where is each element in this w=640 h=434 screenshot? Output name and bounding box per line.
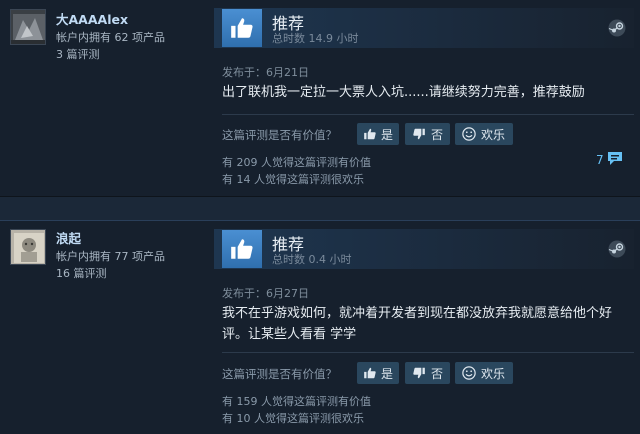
verdict-banner[interactable]: 推荐 总时数 14.9 小时 xyxy=(214,8,634,48)
username[interactable]: 大AAAAlex xyxy=(56,9,128,28)
username[interactable]: 浪起 xyxy=(56,228,81,247)
avatar[interactable] xyxy=(10,229,46,265)
thumbs-down-icon xyxy=(411,126,427,142)
vote-yes-label: 是 xyxy=(381,366,394,381)
vote-yes-label: 是 xyxy=(381,127,394,142)
vote-funny-button[interactable]: 欢乐 xyxy=(455,362,513,384)
vote-no-button[interactable]: 否 xyxy=(405,362,450,384)
funny-count: 有 14 人觉得这篇评测很欢乐 xyxy=(222,173,364,186)
review-separator xyxy=(0,196,640,221)
comment-count-link[interactable]: 7 xyxy=(596,151,623,169)
steam-logo-icon xyxy=(608,240,626,258)
playtime: 总时数 0.4 小时 xyxy=(272,253,352,266)
divider xyxy=(222,352,634,353)
posted-date: 发布于：6月27日 xyxy=(222,287,309,300)
funny-count: 有 10 人觉得这篇评测很欢乐 xyxy=(222,412,364,425)
review-text: 我不在乎游戏如何，就冲着开发者到现在都没放弃我就愿意给他个好评。让某些人看看 学… xyxy=(222,306,613,342)
helpful-question: 这篇评测是否有价值？ xyxy=(222,367,337,381)
vote-no-button[interactable]: 否 xyxy=(405,123,450,145)
avatar[interactable] xyxy=(10,9,46,45)
thumbs-up-icon xyxy=(363,126,377,142)
playtime: 总时数 14.9 小时 xyxy=(272,32,359,45)
thumbs-up-icon xyxy=(222,230,262,268)
comment-bubble-icon xyxy=(607,151,623,169)
vote-no-label: 否 xyxy=(431,127,444,142)
vote-funny-button[interactable]: 欢乐 xyxy=(455,123,513,145)
review-card: 大AAAAlex 帐户内拥有 62 项产品 3 篇评测 推荐 总时数 14.9 … xyxy=(0,0,640,196)
vote-no-label: 否 xyxy=(431,366,444,381)
review-text: 出了联机我一定拉一大票人入坑......请继续努力完善，推荐鼓励 xyxy=(222,85,585,100)
smiley-icon xyxy=(461,126,477,142)
review-card: 浪起 帐户内拥有 77 项产品 16 篇评测 推荐 总时数 0.4 小时 发布于… xyxy=(0,221,640,434)
comment-count: 7 xyxy=(596,153,604,167)
vote-yes-button[interactable]: 是 xyxy=(357,123,399,145)
vote-yes-button[interactable]: 是 xyxy=(357,362,399,384)
vote-funny-label: 欢乐 xyxy=(481,366,506,381)
thumbs-up-icon xyxy=(363,365,377,381)
helpful-count: 有 159 人觉得这篇评测有价值 xyxy=(222,395,371,408)
divider xyxy=(222,114,634,115)
review-count[interactable]: 3 篇评测 xyxy=(56,46,100,62)
review-count[interactable]: 16 篇评测 xyxy=(56,265,107,281)
smiley-icon xyxy=(461,365,477,381)
products-owned[interactable]: 帐户内拥有 62 项产品 xyxy=(56,29,165,45)
products-owned[interactable]: 帐户内拥有 77 项产品 xyxy=(56,248,165,264)
vote-funny-label: 欢乐 xyxy=(481,127,506,142)
verdict-banner[interactable]: 推荐 总时数 0.4 小时 xyxy=(214,229,634,269)
thumbs-down-icon xyxy=(411,365,427,381)
helpful-count: 有 209 人觉得这篇评测有价值 xyxy=(222,156,371,169)
posted-date: 发布于：6月21日 xyxy=(222,66,309,79)
steam-logo-icon xyxy=(608,19,626,37)
thumbs-up-icon xyxy=(222,9,262,47)
helpful-question: 这篇评测是否有价值？ xyxy=(222,128,337,142)
